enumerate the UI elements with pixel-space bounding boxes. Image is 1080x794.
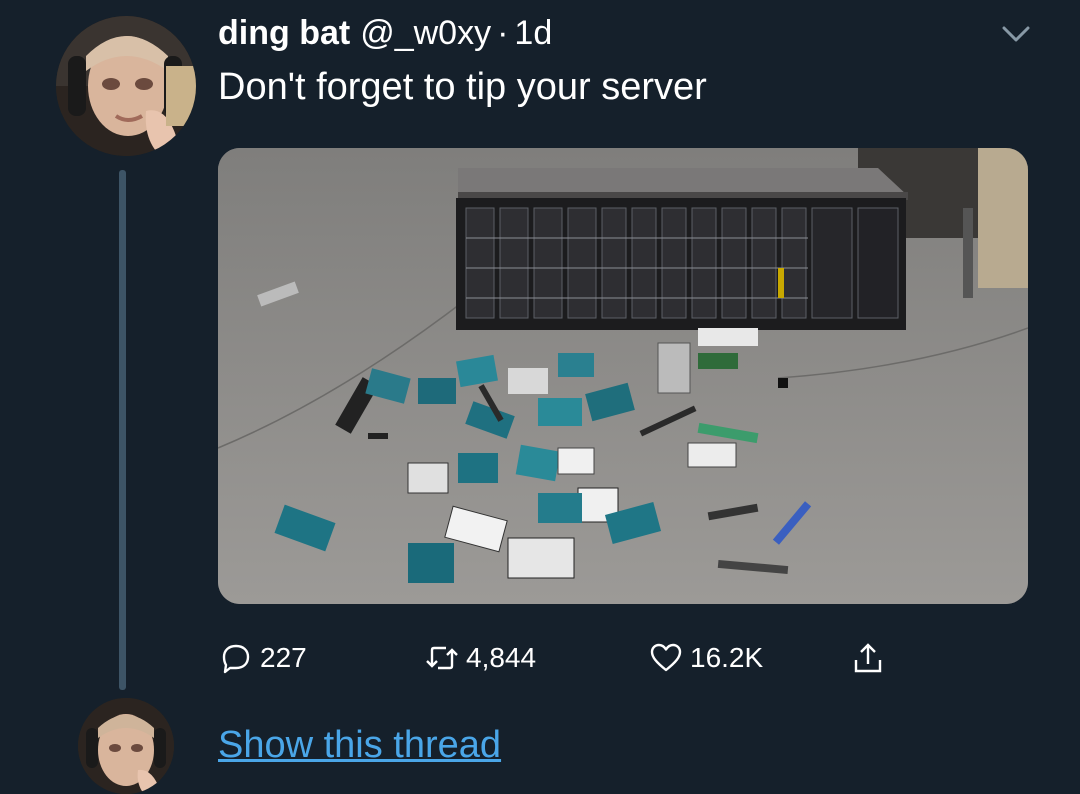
tweet-text: Don't forget to tip your server: [218, 66, 707, 108]
share-icon: [854, 643, 882, 673]
thread-avatar[interactable]: [78, 698, 174, 794]
like-count: 16.2K: [690, 642, 764, 673]
tweet: ding bat @_w0xy · 1d Don't forget to tip…: [0, 0, 1080, 794]
share-button[interactable]: [850, 636, 886, 680]
separator-dot: ·: [497, 14, 509, 52]
display-name[interactable]: ding bat: [218, 14, 350, 53]
like-button[interactable]: 16.2K: [648, 636, 763, 680]
heart-icon: [650, 643, 682, 672]
avatar-image: [78, 698, 174, 794]
chevron-down-icon[interactable]: [1000, 22, 1032, 46]
reply-count: 227: [260, 642, 307, 673]
retweet-count: 4,844: [466, 642, 537, 673]
retweet-icon: [426, 646, 458, 670]
tweet-header: ding bat @_w0xy · 1d: [218, 14, 552, 58]
thread-line: [119, 170, 126, 690]
reply-icon: [222, 644, 250, 674]
avatar[interactable]: [56, 16, 196, 156]
timestamp[interactable]: 1d: [514, 14, 552, 53]
tweet-media-image[interactable]: [218, 148, 1028, 604]
server-photo: [218, 148, 1028, 604]
user-handle[interactable]: @_w0xy: [360, 14, 491, 53]
reply-button[interactable]: 227: [218, 636, 307, 680]
show-thread-link[interactable]: Show this thread: [218, 724, 501, 767]
avatar-image: [56, 16, 196, 156]
retweet-button[interactable]: 4,844: [424, 636, 536, 680]
